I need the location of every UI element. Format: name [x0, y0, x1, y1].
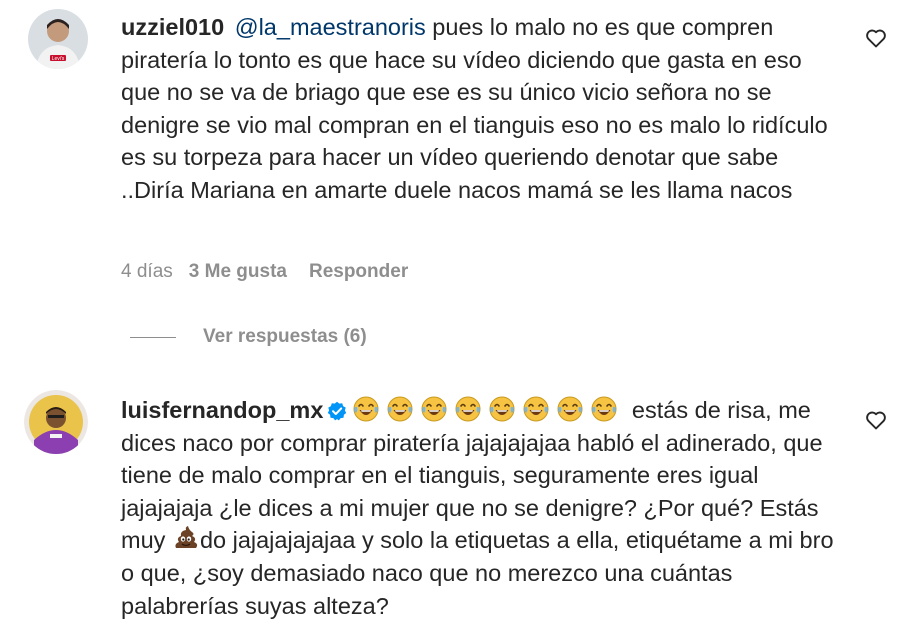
laughing-tears-emoji-icon — [455, 396, 481, 422]
view-replies-button[interactable]: Ver respuestas (6) — [130, 322, 367, 352]
reply-button[interactable]: Responder — [309, 261, 408, 283]
avatar-photo: Levi's — [28, 9, 88, 69]
laughing-tears-emoji-icon — [353, 396, 379, 422]
mention-link[interactable]: @la_maestranoris — [235, 14, 426, 40]
laughing-tears-emoji-icon — [523, 396, 549, 422]
heart-outline-icon[interactable] — [864, 26, 888, 50]
timestamp: 4 días — [121, 261, 173, 282]
likes-count[interactable]: 3 Me gusta — [189, 261, 287, 283]
laughing-tears-emoji-icon — [421, 396, 447, 422]
avatar-photo — [24, 390, 88, 454]
laughing-tears-emoji-icon — [489, 396, 515, 422]
username[interactable]: luisfernandop_mx — [121, 397, 323, 423]
laughing-emoji-group — [353, 396, 625, 423]
replies-divider — [130, 336, 176, 338]
comment-text: luisfernandop_mx estás de risa, me dices… — [121, 394, 841, 622]
comment-meta: 4 días 3 Me gusta Responder — [121, 259, 408, 285]
avatar[interactable] — [24, 390, 88, 454]
laughing-tears-emoji-icon — [557, 396, 583, 422]
heart-outline-icon[interactable] — [864, 408, 888, 432]
username[interactable]: uzziel010 — [121, 14, 224, 40]
laughing-tears-emoji-icon — [387, 396, 413, 422]
comment-uzziel010: Levi's uzziel010 @la_maestranoris pues l… — [0, 0, 899, 360]
avatar[interactable]: Levi's — [28, 9, 88, 69]
comment-body-text: pues lo malo no es que compren piratería… — [121, 14, 828, 203]
poop-emoji-icon — [175, 526, 198, 549]
comment-text: uzziel010 @la_maestranoris pues lo malo … — [121, 11, 841, 207]
comment-luisfernandop_mx: luisfernandop_mx estás de risa, me dices… — [0, 380, 899, 620]
laughing-tears-emoji-icon — [591, 396, 617, 422]
comment-body-text-2: do jajajajajajaa y solo la etiquetas a e… — [121, 527, 834, 619]
avatar-logo-text: Levi's — [52, 56, 65, 62]
verified-badge-icon — [328, 401, 347, 421]
view-replies-label: Ver respuestas (6) — [203, 326, 367, 347]
